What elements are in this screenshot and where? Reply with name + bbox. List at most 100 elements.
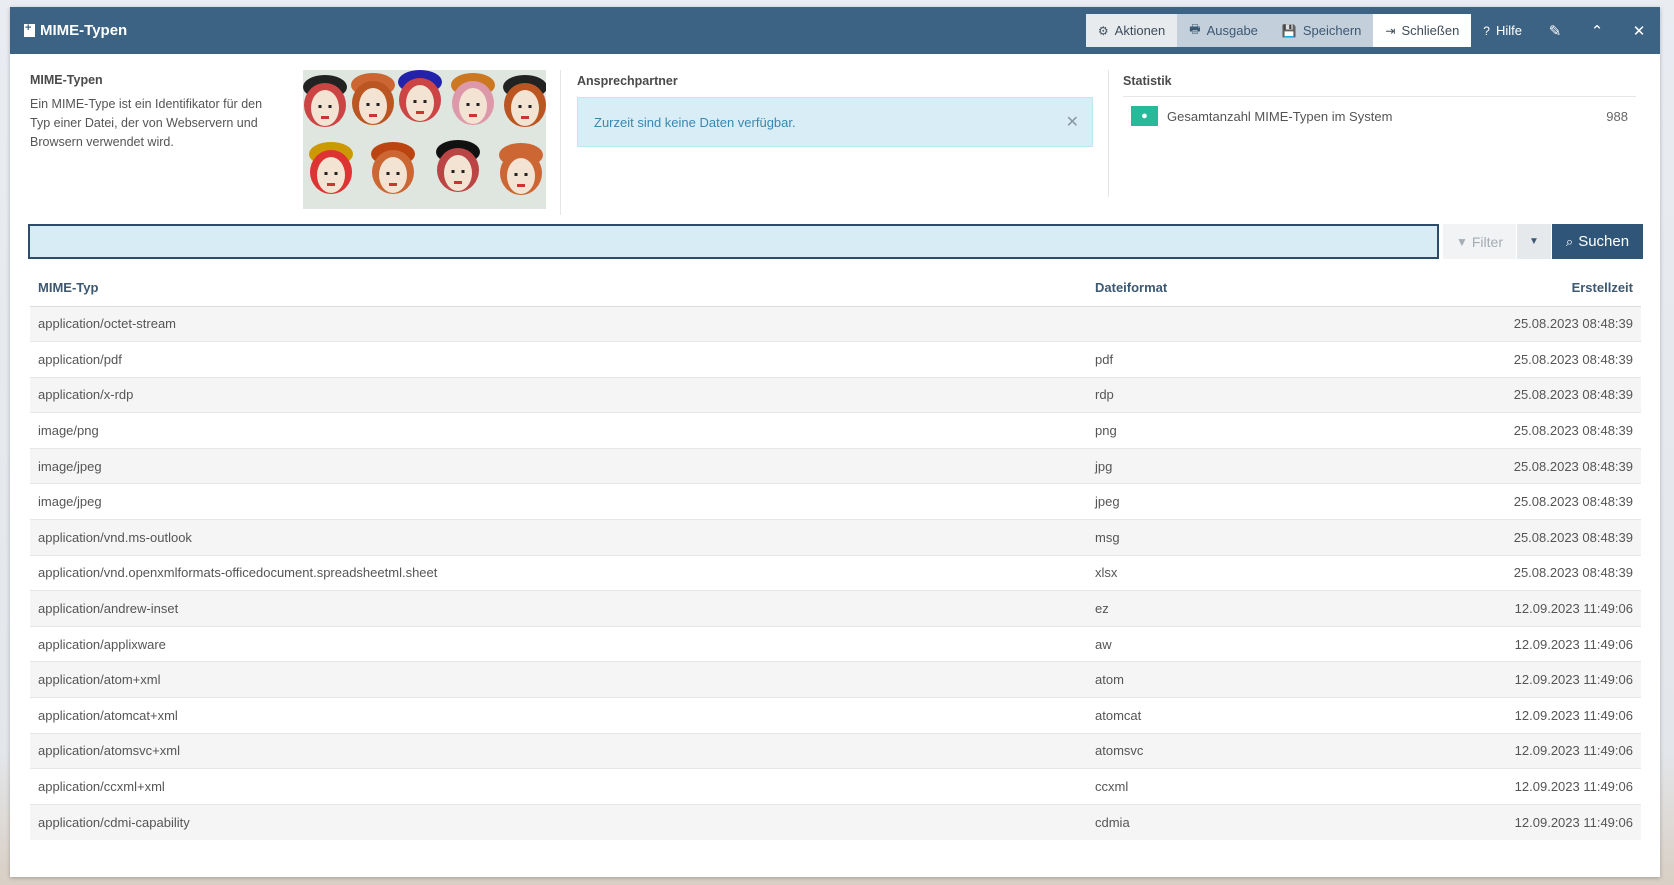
mosaic-mouth	[327, 183, 335, 186]
no-data-alert: Zurzeit sind keine Daten verfügbar. ✕	[577, 97, 1093, 147]
output-button[interactable]: 🖶 Ausgabe	[1177, 14, 1270, 47]
table-row[interactable]: application/vnd.openxmlformats-officedoc…	[30, 554, 1641, 591]
close-window-button[interactable]: ⇥ Schließen	[1373, 14, 1472, 47]
column-header-created[interactable]: Erstellzeit	[1391, 270, 1641, 307]
search-icon: ⌕	[1565, 233, 1574, 249]
stat-label: Gesamtanzahl MIME-Typen im System	[1167, 108, 1393, 124]
mosaic-face	[311, 90, 339, 126]
mosaic-face	[507, 158, 535, 194]
cell-file-format: atomcat	[1087, 697, 1391, 734]
mosaic-mouth	[416, 111, 424, 114]
alert-text: Zurzeit sind keine Daten verfügbar.	[594, 114, 796, 130]
mosaic-eye	[518, 105, 522, 108]
table-row[interactable]: image/jpeg jpg 25.08.2023 08:48:39	[30, 447, 1641, 484]
cell-file-format: aw	[1087, 625, 1391, 662]
table-row[interactable]: application/cdmi-capability cdmia 12.09.20…	[30, 803, 1641, 840]
filter-button-label: Filter	[1471, 233, 1503, 250]
cell-file-format: msg	[1087, 519, 1391, 556]
close-button[interactable]: ✕	[1618, 7, 1660, 54]
cell-file-format: rdp	[1087, 376, 1391, 413]
mosaic-face	[379, 157, 407, 193]
stat-row: ● Gesamtanzahl MIME-Typen im System 988	[1123, 106, 1636, 126]
mosaic-mouth	[469, 114, 477, 117]
cell-created: 25.08.2023 08:48:39	[1391, 376, 1641, 413]
table-row[interactable]: application/octet-stream 25.08.2023 08:48…	[30, 305, 1641, 342]
cell-mime-type: application/pdf	[30, 341, 1087, 378]
mosaic-face	[444, 155, 472, 191]
mosaic-mouth	[321, 116, 329, 119]
mosaic-eye	[396, 172, 400, 175]
collapse-button[interactable]: ⌃	[1576, 7, 1618, 54]
cell-mime-type: application/atomsvc+xml	[30, 732, 1087, 769]
filter-dropdown-button[interactable]: ▼	[1517, 224, 1551, 259]
output-button-label: Ausgabe	[1206, 23, 1258, 38]
faces-mosaic-image	[303, 70, 546, 209]
mosaic-eye	[514, 173, 518, 176]
actions-button[interactable]: ⚙ Aktionen	[1085, 14, 1178, 47]
table-row[interactable]: application/pdf pdf 25.08.2023 08:48:39	[30, 341, 1641, 378]
column-header-file-format[interactable]: Dateiformat	[1087, 270, 1391, 307]
mosaic-eye	[524, 173, 528, 176]
cell-created: 12.09.2023 11:49:06	[1391, 768, 1641, 805]
cell-file-format: atomsvc	[1087, 732, 1391, 769]
table-header-row: MIME-Typ Dateiformat Erstellzeit	[30, 270, 1641, 307]
edit-icon: ✎	[1548, 22, 1562, 40]
filter-icon: ▼	[1455, 234, 1468, 249]
mosaic-mouth	[454, 181, 462, 184]
mosaic-eye	[376, 103, 380, 106]
cell-file-format: ez	[1087, 590, 1391, 627]
table-row[interactable]: image/png png 25.08.2023 08:48:39	[30, 412, 1641, 449]
save-button[interactable]: 💾 Speichern	[1269, 14, 1374, 47]
column-header-mime-type[interactable]: MIME-Typ	[30, 270, 1087, 307]
filter-button[interactable]: ▼ Filter	[1443, 224, 1516, 259]
cell-created: 12.09.2023 11:49:06	[1391, 803, 1641, 840]
cell-file-format	[1087, 305, 1391, 342]
help-button[interactable]: ? Hilfe	[1471, 14, 1534, 47]
edit-button[interactable]: ✎	[1534, 7, 1576, 54]
table-row[interactable]: image/jpeg jpeg 25.08.2023 08:48:39	[30, 483, 1641, 520]
table-row[interactable]: application/atom+xml atom 12.09.2023 11:49…	[30, 661, 1641, 698]
search-input[interactable]	[28, 224, 1439, 259]
close-icon: ✕	[1632, 22, 1646, 40]
help-button-label: Hilfe	[1495, 23, 1522, 38]
question-circle-icon: ?	[1483, 23, 1490, 38]
cell-mime-type: application/octet-stream	[30, 305, 1087, 342]
mosaic-eye	[466, 103, 470, 106]
cell-created: 12.09.2023 11:49:06	[1391, 697, 1641, 734]
statistics-title: Statistik	[1123, 74, 1172, 88]
window-title-text: MIME-Typen	[40, 22, 128, 39]
mosaic-eye	[423, 100, 427, 103]
cell-mime-type: image/png	[30, 412, 1087, 449]
table-row[interactable]: application/x-rdp rdp 25.08.2023 08:48:39	[30, 376, 1641, 413]
cell-file-format: ccxml	[1087, 768, 1391, 805]
table-row[interactable]: application/applixware aw 12.09.2023 11:49…	[30, 625, 1641, 662]
table-row[interactable]: application/andrew-inset ez 12.09.2023 11:…	[30, 590, 1641, 627]
mosaic-face	[459, 88, 487, 124]
cell-created: 25.08.2023 08:48:39	[1391, 483, 1641, 520]
actions-button-label: Aktionen	[1114, 23, 1166, 38]
cell-created: 25.08.2023 08:48:39	[1391, 519, 1641, 556]
cell-created: 12.09.2023 11:49:06	[1391, 732, 1641, 769]
alert-close-icon[interactable]: ✕	[1066, 112, 1079, 132]
mime-types-table: MIME-Typ Dateiformat Erstellzeit applica…	[30, 270, 1641, 840]
table-row[interactable]: application/vnd.ms-outlook msg 25.08.2023 …	[30, 519, 1641, 556]
window-title: MIME-Typen	[24, 22, 127, 39]
chevron-up-icon: ⌃	[1590, 22, 1604, 40]
cell-mime-type: application/atom+xml	[30, 661, 1087, 698]
cell-created: 25.08.2023 08:48:39	[1391, 305, 1641, 342]
table-row[interactable]: application/ccxml+xml ccxml 12.09.2023 11:…	[30, 768, 1641, 805]
toolbar: ⚙ Aktionen 🖶 Ausgabe 💾 Speichern ⇥ Schli…	[1085, 7, 1660, 54]
cell-created: 12.09.2023 11:49:06	[1391, 625, 1641, 662]
table-row[interactable]: application/atomsvc+xml atomsvc 12.09.2023…	[30, 732, 1641, 769]
cell-created: 12.09.2023 11:49:06	[1391, 590, 1641, 627]
mosaic-eye	[451, 170, 455, 173]
table-row[interactable]: application/atomcat+xml atomcat 12.09.2023…	[30, 697, 1641, 734]
mosaic-eye	[334, 172, 338, 175]
caret-down-icon: ▼	[1529, 236, 1539, 247]
search-bar: ▼ Filter ▼ ⌕ Suchen	[28, 224, 1651, 259]
contacts-title: Ansprechpartner	[577, 74, 678, 88]
cell-created: 25.08.2023 08:48:39	[1391, 412, 1641, 449]
info-description: Ein MIME-Type ist ein Identifikator für …	[30, 97, 263, 149]
search-button[interactable]: ⌕ Suchen	[1552, 224, 1643, 259]
sign-out-icon: ⇥	[1385, 23, 1396, 38]
